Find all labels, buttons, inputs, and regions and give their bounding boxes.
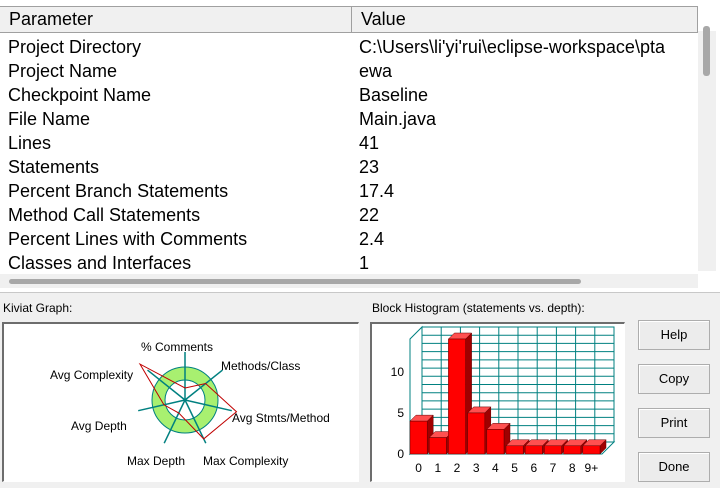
parameter-cell: Project Directory	[8, 37, 142, 57]
histogram-bar-front	[524, 445, 543, 455]
histogram-x-tick-label: 2	[454, 461, 461, 475]
value-cell: 23	[359, 157, 380, 177]
histogram-bar-front	[544, 445, 562, 455]
histogram-x-tick-label: 1	[434, 461, 441, 475]
metrics-table: Parameter Value Project Directory C:\User…	[0, 0, 720, 293]
histogram-bar-front	[428, 437, 447, 455]
parameter-cell: Classes and Interfaces	[8, 253, 192, 273]
table-row[interactable]: File Name Main.java	[0, 107, 698, 131]
histogram-bar-front	[563, 445, 582, 455]
parameter-cell: Lines	[8, 133, 52, 153]
kiviat-graph: % Comments Methods/Class Avg Stmts/Metho…	[50, 340, 330, 468]
kiviat-axis-label: Avg Stmts/Method	[232, 411, 330, 425]
table-row[interactable]: Checkpoint Name Baseline	[0, 83, 698, 107]
done-button[interactable]: Done	[638, 452, 710, 482]
histogram-panel: 0 5 10 0 1 2 3 4 5 6 7 8 9+	[370, 322, 625, 482]
histogram-bar-front	[505, 445, 524, 455]
value-cell: 1	[359, 253, 370, 273]
histogram-bar-front	[409, 420, 428, 455]
kiviat-axis-label: Avg Complexity	[50, 368, 133, 382]
value-cell: C:\Users\li'yi'rui\eclipse-workspace\pta	[359, 37, 665, 57]
histogram-x-tick-label: 6	[530, 461, 537, 475]
histogram-y-tick-label: 0	[397, 447, 404, 461]
parameter-cell: Percent Branch Statements	[8, 181, 229, 201]
value-cell: ewa	[359, 61, 393, 81]
kiviat-axis-label: Methods/Class	[221, 359, 300, 373]
table-header: Parameter Value	[0, 6, 698, 33]
value-cell: 2.4	[359, 229, 385, 249]
kiviat-axis-label: Max Complexity	[203, 454, 288, 468]
value-cell: Main.java	[359, 109, 437, 129]
kiviat-axis-label: Avg Depth	[71, 419, 127, 433]
table-row[interactable]: Project Directory C:\Users\li'yi'rui\ecli…	[0, 35, 698, 59]
histogram-label: Block Histogram (statements vs. depth):	[372, 301, 585, 315]
table-row[interactable]: Statements 23	[0, 155, 698, 179]
table-row[interactable]: Percent Branch Statements 17.4	[0, 179, 698, 203]
kiviat-graph-panel: % Comments Methods/Class Avg Stmts/Metho…	[2, 322, 359, 482]
kiviat-axis-label: Max Depth	[127, 454, 185, 468]
parameter-cell: File Name	[8, 109, 91, 129]
histogram-x-tick-label: 7	[550, 461, 557, 475]
print-button[interactable]: Print	[638, 408, 710, 438]
help-button[interactable]: Help	[638, 320, 710, 350]
histogram-y-tick-label: 5	[397, 406, 404, 420]
kiviat-graph-label: Kiviat Graph:	[3, 301, 73, 315]
table-row[interactable]: Classes and Interfaces 1	[0, 251, 698, 275]
value-cell: 17.4	[359, 181, 395, 201]
value-cell: Baseline	[359, 85, 429, 105]
histogram-x-tick-label: 8	[569, 461, 576, 475]
parameter-cell: Statements	[8, 157, 100, 177]
histogram-x-tick-label: 0	[415, 461, 422, 475]
parameter-cell: Method Call Statements	[8, 205, 201, 225]
table-row[interactable]: Percent Lines with Comments 2.4	[0, 227, 698, 251]
histogram-bar-front	[582, 445, 601, 455]
histogram-x-tick-label: 3	[473, 461, 480, 475]
parameter-cell: Percent Lines with Comments	[8, 229, 248, 249]
table-row[interactable]: Lines 41	[0, 131, 698, 155]
block-histogram: 0510 0 1 2 3 4 5 6 7 8 9+	[391, 325, 616, 475]
histogram-y-tick-label: 10	[391, 365, 405, 379]
parameter-cell: Checkpoint Name	[8, 85, 152, 105]
histogram-bar-front	[486, 429, 505, 455]
horizontal-scrollbar-thumb[interactable]	[9, 279, 581, 284]
table-row[interactable]: Project Name ewa	[0, 59, 698, 83]
column-header-parameter[interactable]: Parameter	[0, 7, 352, 32]
value-cell: 41	[359, 133, 380, 153]
parameter-cell: Project Name	[8, 61, 118, 81]
histogram-x-tick-label: 9+	[585, 461, 599, 475]
copy-button[interactable]: Copy	[638, 364, 710, 394]
histogram-bar-front	[448, 338, 466, 455]
table-row[interactable]: Method Call Statements 22	[0, 203, 698, 227]
histogram-x-tick-label: 4	[492, 461, 499, 475]
column-header-value[interactable]: Value	[352, 7, 698, 32]
histogram-x-tick-label: 5	[511, 461, 518, 475]
histogram-bar-front	[467, 412, 486, 455]
vertical-scrollbar-thumb[interactable]	[703, 26, 710, 76]
kiviat-axis-label: % Comments	[141, 340, 213, 354]
value-cell: 22	[359, 205, 380, 225]
